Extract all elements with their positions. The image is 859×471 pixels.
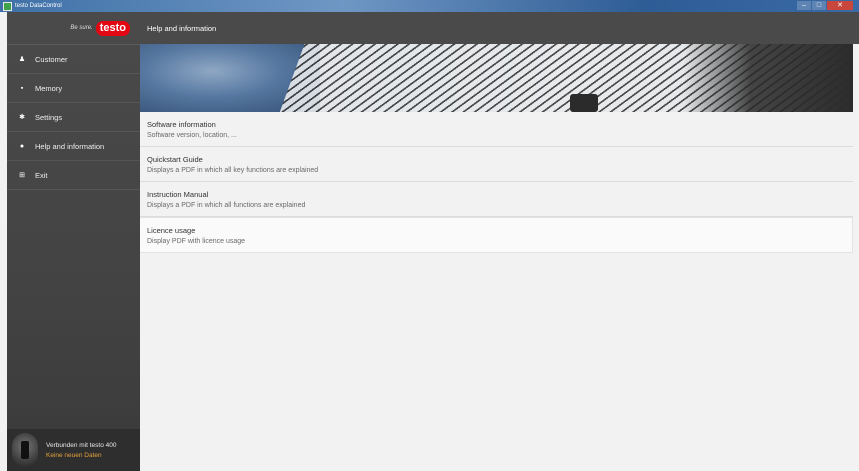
gear-icon: ✱ xyxy=(19,114,25,121)
minimize-button[interactable]: – xyxy=(797,1,811,10)
brand: Be sure. testo xyxy=(7,12,140,45)
sidebar-item-exit[interactable]: ⊞ Exit xyxy=(7,161,140,190)
list-item-title: Software information xyxy=(147,119,216,129)
memory-icon: ▪ xyxy=(20,84,24,92)
list-item-subtitle: Display PDF with licence usage xyxy=(147,237,246,245)
list-item-instruction-manual[interactable]: Instruction Manual Displays a PDF in whi… xyxy=(140,182,853,217)
header-banner-image xyxy=(140,44,853,112)
window-titlebar: testo DataControl – □ ✕ xyxy=(0,0,859,12)
sidebar-item-label: Customer xyxy=(35,54,68,64)
list-item-subtitle: Displays a PDF in which all functions ar… xyxy=(147,201,306,209)
list-item-title: Quickstart Guide xyxy=(147,154,203,164)
sidebar-item-label: Memory xyxy=(35,83,63,93)
exit-icon: ⊞ xyxy=(19,172,25,179)
close-button[interactable]: ✕ xyxy=(827,1,853,10)
window-controls: – □ ✕ xyxy=(797,1,853,10)
info-icon: ● xyxy=(19,142,25,150)
sidebar-item-label: Settings xyxy=(35,112,63,122)
device-status-panel[interactable]: Verbunden mit testo 400 Keine neuen Date… xyxy=(7,429,140,471)
page-header: Help and information xyxy=(140,12,859,44)
window-title: testo DataControl xyxy=(15,3,62,9)
help-list: Software information Software version, l… xyxy=(140,112,853,253)
list-item-title: Licence usage xyxy=(147,225,196,235)
sidebar-item-memory[interactable]: ▪ Memory xyxy=(7,74,140,103)
banner-frame xyxy=(683,44,853,112)
sidebar-item-help[interactable]: ● Help and information xyxy=(7,132,140,161)
user-icon: ♟ xyxy=(18,56,26,63)
device-image xyxy=(12,433,38,467)
list-item-software-information[interactable]: Software information Software version, l… xyxy=(140,112,853,147)
page-title: Help and information xyxy=(147,23,217,33)
app-icon xyxy=(3,1,12,11)
sidebar-item-settings[interactable]: ✱ Settings xyxy=(7,103,140,132)
sidebar-item-customer[interactable]: ♟ Customer xyxy=(7,45,140,74)
maximize-button[interactable]: □ xyxy=(812,1,826,10)
sidebar-item-label: Help and information xyxy=(35,141,105,151)
sidebar: Be sure. testo ♟ Customer ▪ Memory ✱ Set… xyxy=(7,12,140,471)
list-item-title: Instruction Manual xyxy=(147,189,209,199)
connection-status: Verbunden mit testo 400 xyxy=(46,441,117,449)
device-text: Verbunden mit testo 400 Keine neuen Date… xyxy=(46,442,116,459)
brand-claim: Be sure. xyxy=(70,25,93,31)
sidebar-item-label: Exit xyxy=(35,170,48,180)
data-status: Keine neuen Daten xyxy=(46,451,102,459)
testo-logo: testo xyxy=(95,20,130,36)
banner-device xyxy=(570,94,598,112)
list-item-subtitle: Displays a PDF in which all key function… xyxy=(147,166,319,174)
list-item-subtitle: Software version, location, ... xyxy=(147,131,237,139)
list-item-licence-usage[interactable]: Licence usage Display PDF with licence u… xyxy=(140,217,853,253)
list-item-quickstart-guide[interactable]: Quickstart Guide Displays a PDF in which… xyxy=(140,147,853,182)
